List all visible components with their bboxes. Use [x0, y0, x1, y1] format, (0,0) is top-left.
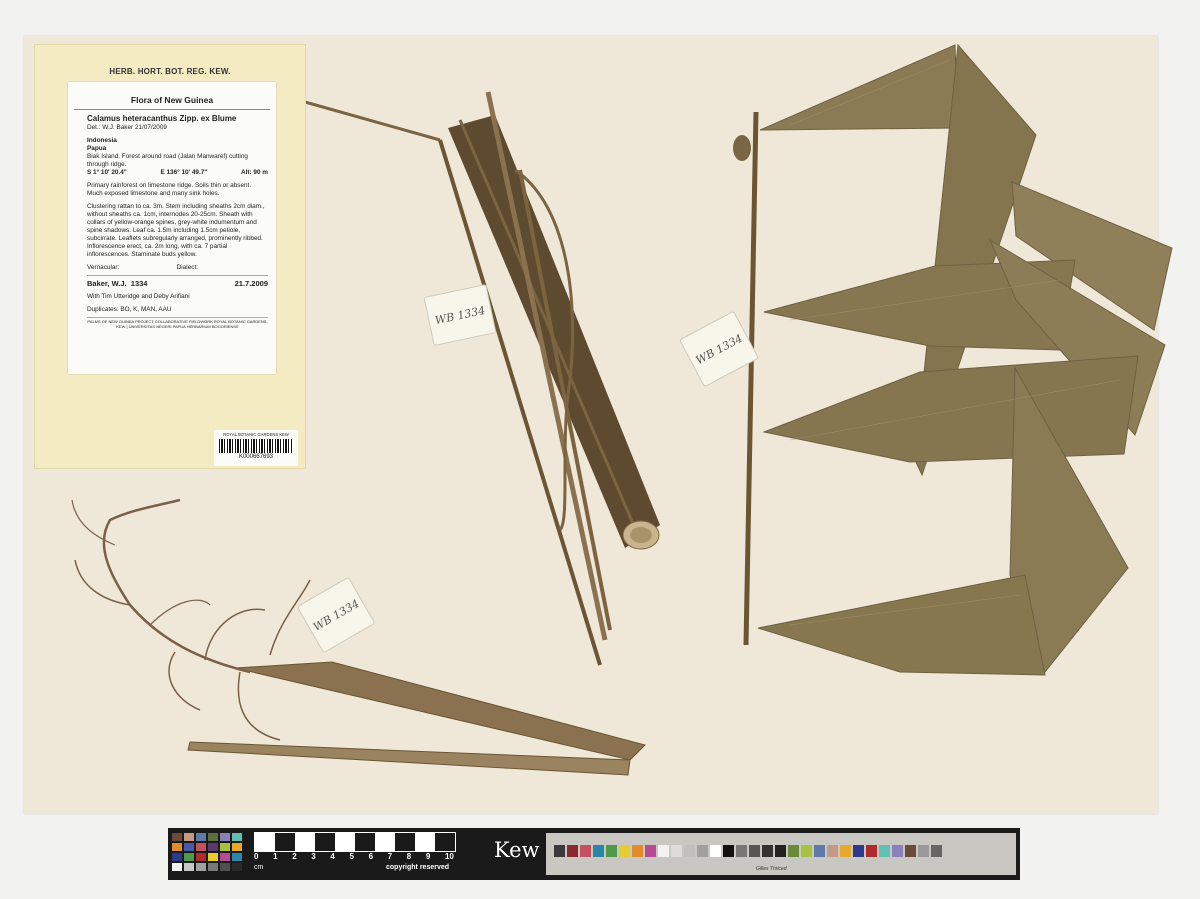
leaflet [757, 574, 1046, 676]
target-brand: Gilles Thriced [756, 866, 787, 872]
taxon-name: Calamus heteracanthus Zipp. ex Blume [87, 113, 237, 123]
latitude: S 1° 10' 20.4" [87, 168, 127, 176]
divider [87, 274, 268, 276]
locality: Biak Island. Forest around road (Jalan M… [87, 152, 248, 168]
vernacular-row: Vernacular: Dialect: [87, 264, 268, 272]
duplicates: Duplicates: BO, K, MAN, AAU [87, 306, 172, 314]
vernacular-label: Vernacular: [87, 263, 120, 271]
collection-number: 1334 [130, 278, 148, 288]
ruler-number: 2 [292, 852, 297, 861]
description: Clustering rattan to ca. 3m. Stem includ… [87, 202, 265, 258]
determination: Det.: W.J. Baker 21/07/2009 [87, 123, 167, 131]
barcode-number: K000667693 [238, 454, 274, 460]
ruler-number: 1 [273, 852, 278, 861]
ruler-number: 0 [254, 852, 259, 861]
specimen-label: Flora of New Guinea Calamus heteracanthu… [68, 82, 276, 374]
ruler-ticks [254, 832, 456, 852]
longitude: E 136° 10' 49.7" [160, 168, 208, 176]
stem-specimen [304, 91, 660, 666]
ruler-unit: cm [254, 864, 264, 871]
ruler-number: 9 [425, 852, 431, 861]
barcode-icon [219, 439, 293, 453]
flora-title: Flora of New Guinea [74, 95, 270, 110]
ruler-number: 3 [311, 852, 316, 861]
altitude: Alt: 90 m [240, 168, 268, 176]
ruler-number: 5 [349, 852, 354, 861]
barcode-institution: ROYAL BOTANIC GARDENS KEW [223, 432, 289, 437]
collector-row: Baker, W.J. 1334 21.7.2009 [87, 279, 268, 288]
coordinates-row: S 1° 10' 20.4" E 136° 10' 49.7" Alt: 90 … [87, 169, 268, 177]
kew-logo: Kew [494, 838, 540, 862]
dialect-label: Dialect: [176, 263, 198, 271]
collection-date: 21.7.2009 [234, 278, 268, 288]
co-collectors: With Tim Utteridge and Deby Arifiani [87, 293, 190, 301]
gray-scale-target: Gilles Thriced [546, 833, 1016, 875]
region: Papua [87, 144, 107, 152]
ruler-number: 10 [444, 852, 454, 861]
collector-name: Baker, W.J. [87, 278, 127, 288]
ruler-number: 6 [368, 852, 374, 861]
herbarium-header: HERB. HORT. BOT. REG. KEW. [109, 67, 231, 76]
color-patch-strip [554, 845, 942, 857]
ruler-numbers: 0 1 2 3 4 5 6 7 8 9 10 [254, 852, 464, 861]
copyright-text: copyright reserved [386, 864, 450, 871]
ruler-number: 7 [387, 852, 393, 861]
habitat: Primary rainforest on limestone ridge. S… [87, 181, 252, 197]
inflorescence-specimen [71, 498, 646, 776]
ruler-number: 4 [330, 852, 335, 861]
country: Indonesia [87, 136, 117, 144]
label-footnote: PALMS OF NEW GUINEA PROJECT COLLABORATIV… [87, 317, 268, 329]
leaflet [759, 44, 959, 131]
scale-bar: 0 1 2 3 4 5 6 7 8 9 10 cm copyright rese… [168, 828, 1020, 880]
leaflet [762, 355, 1139, 463]
barcode-label: ROYAL BOTANIC GARDENS KEW K000667693 [214, 430, 298, 466]
color-chart [172, 833, 246, 875]
leaf-specimen [733, 43, 1173, 676]
ruler-number: 8 [406, 852, 412, 861]
